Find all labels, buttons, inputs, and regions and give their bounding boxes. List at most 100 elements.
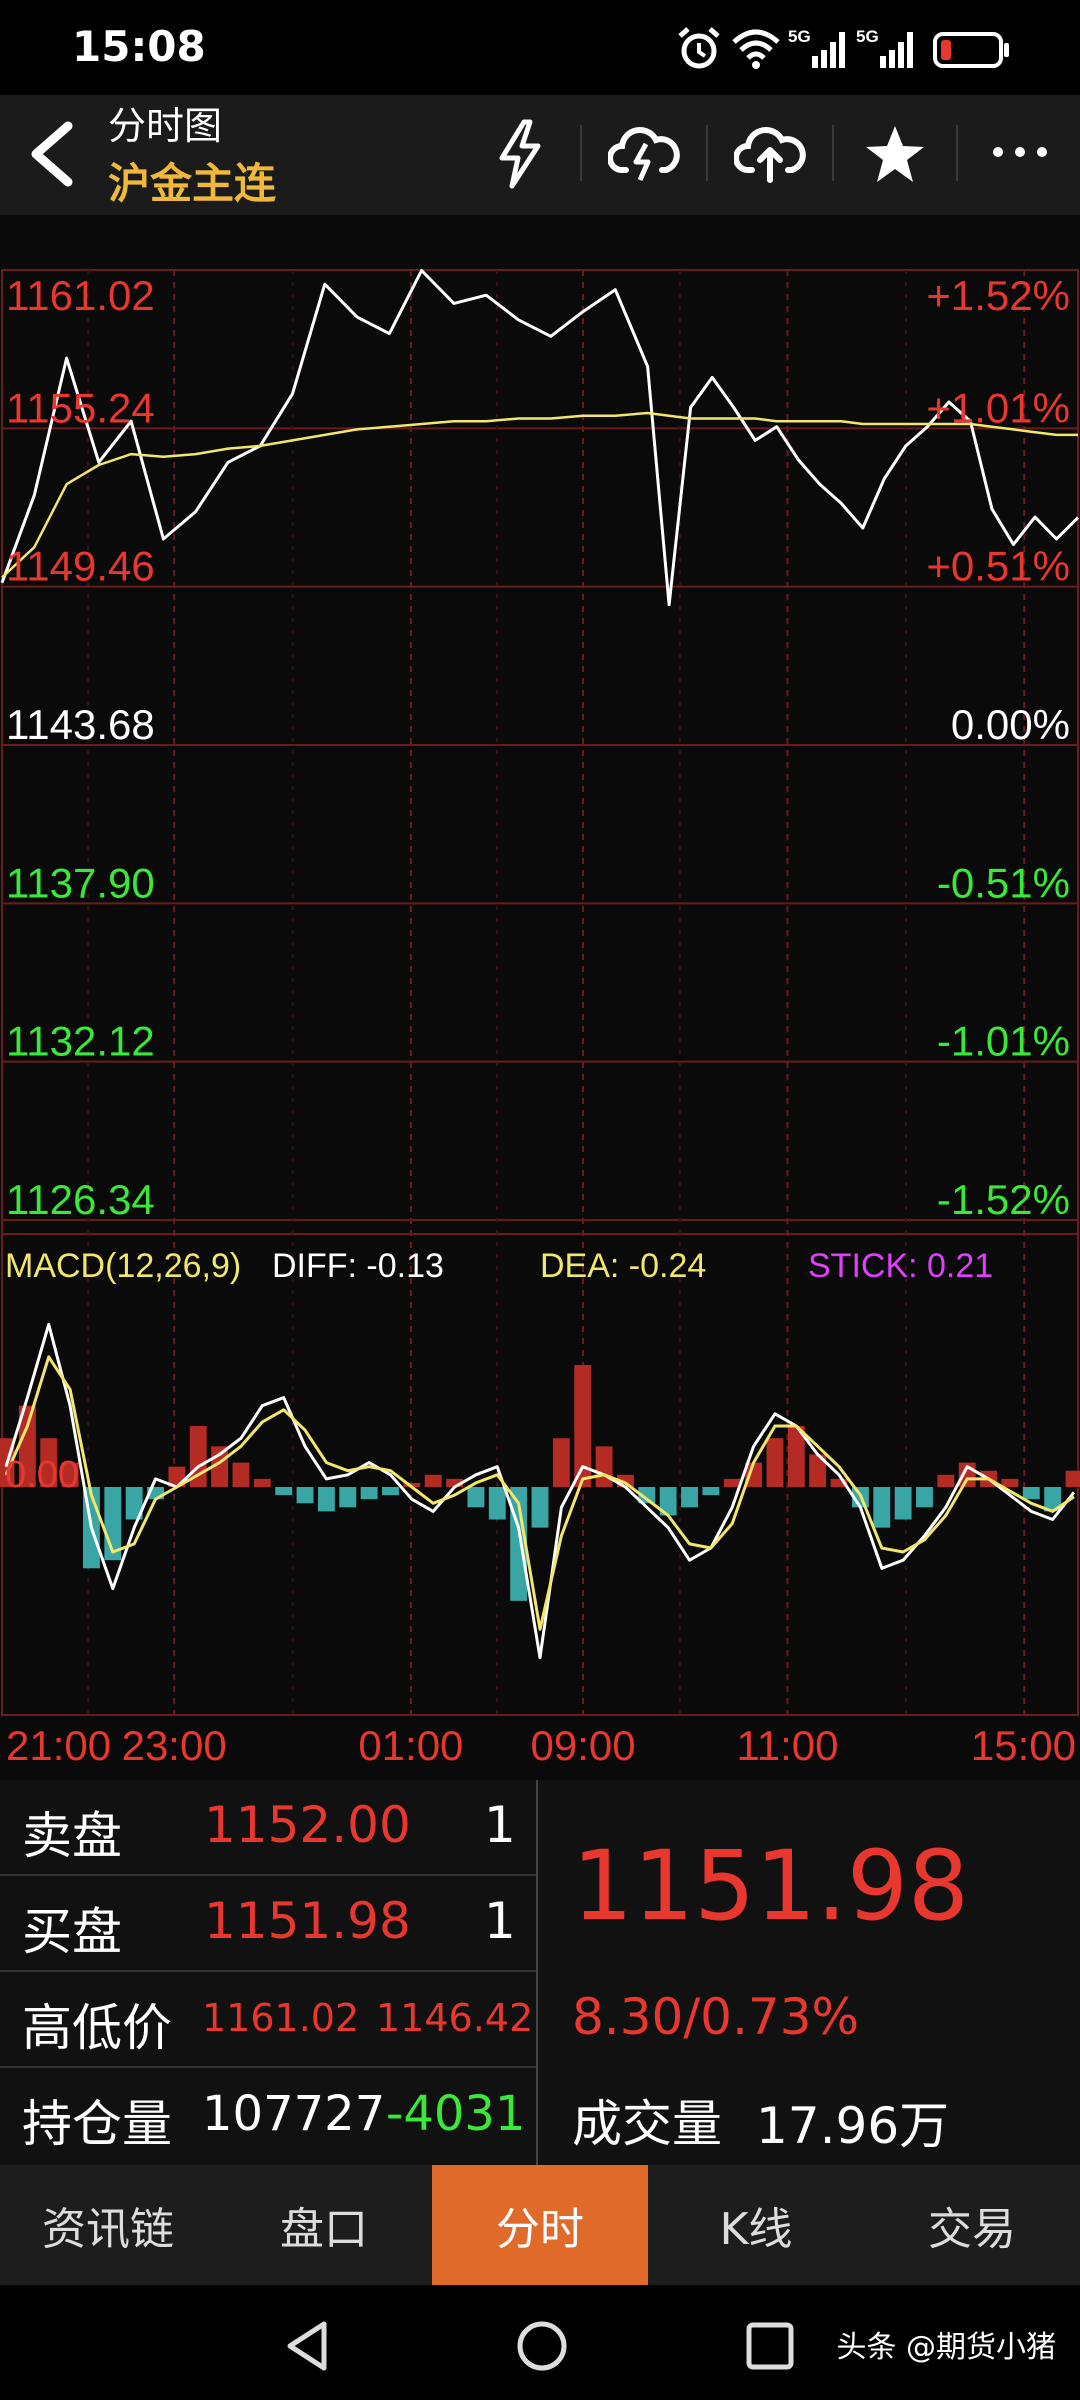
percent-axis-label: +1.01% (926, 384, 1070, 431)
macd-stick-bar (424, 1474, 442, 1487)
macd-stick-bar (339, 1487, 357, 1508)
time-axis-label: 23:00 (122, 1722, 227, 1769)
macd-stick-bar (360, 1487, 378, 1500)
buy-price[interactable]: 1151.98 (204, 1892, 411, 1950)
macd-stick-bar (873, 1487, 891, 1528)
low-price: 1146.42 (376, 1996, 534, 2040)
macd-stick-bar (488, 1487, 506, 1520)
time-axis-label: 11:00 (736, 1722, 838, 1769)
price-axis-label: 1143.68 (6, 701, 155, 748)
price-axis-label: 1132.12 (6, 1018, 155, 1065)
price-line (0, 269, 1080, 607)
cloud-upload-icon[interactable] (734, 122, 806, 186)
macd-stick-bar (595, 1446, 613, 1487)
divider (0, 1874, 536, 1876)
percent-axis-label: +1.52% (926, 272, 1070, 319)
divider (706, 125, 708, 181)
price-axis-label: 1155.24 (6, 384, 155, 431)
percent-axis-label: +0.51% (926, 543, 1070, 590)
sell-label: 卖盘 (22, 1807, 122, 1865)
back-arrow-icon[interactable] (22, 118, 82, 190)
nav-home-icon[interactable] (514, 2318, 570, 2374)
price-axis-label: 1137.90 (6, 859, 155, 906)
percent-axis-label: -1.52% (937, 1176, 1070, 1223)
macd-stick-bar (552, 1438, 570, 1487)
macd-stick-bar (1065, 1470, 1080, 1487)
tab-trade[interactable]: 交易 (864, 2165, 1080, 2285)
macd-stick-bar (275, 1487, 293, 1496)
high-price: 1161.02 (202, 1996, 360, 2040)
macd-zero-label: 0.00 (5, 1454, 79, 1496)
divider (956, 125, 958, 181)
price-axis-label: 1126.34 (6, 1176, 155, 1223)
macd-stick-bar (723, 1478, 741, 1487)
macd-stick-bar (317, 1487, 335, 1512)
5g-signal-icon: 5G (856, 27, 913, 68)
more-icon[interactable] (990, 140, 1050, 164)
time-axis-label: 15:00 (971, 1722, 1076, 1769)
sell-price[interactable]: 1152.00 (204, 1796, 411, 1854)
high-low-label: 高低价 (22, 1999, 172, 2057)
divider (580, 125, 582, 181)
volume-value: 17.96万 (756, 2097, 950, 2155)
svg-text:5G: 5G (788, 27, 811, 46)
intraday-chart[interactable]: 1161.02 1155.24 1149.46 1143.68 1137.90 1132.… (0, 215, 1080, 1780)
5g-signal-icon: 5G (788, 27, 845, 68)
macd-stick-bar (681, 1487, 698, 1508)
price-change: 8.30/0.73% (572, 1988, 860, 2046)
time-axis-label: 09:00 (530, 1722, 635, 1769)
tab-order-book[interactable]: 盘口 (216, 2165, 432, 2285)
open-interest-value: 107727 (202, 2086, 386, 2142)
time-axis-label: 21:00 (6, 1722, 111, 1769)
wifi-icon (732, 29, 780, 69)
svg-text:5G: 5G (856, 27, 879, 46)
price-axis-label: 1161.02 (6, 272, 155, 319)
macd-stick-bar (894, 1487, 912, 1520)
volume-label: 成交量 (572, 2095, 722, 2153)
macd-label: MACD(12,26,9) (5, 1247, 241, 1285)
tab-intraday[interactable]: 分时 (432, 2165, 648, 2285)
macd-stick-bar (1022, 1487, 1040, 1500)
divider (0, 1970, 536, 1972)
macd-stick-bar (467, 1487, 485, 1508)
open-interest-label: 持仓量 (22, 2095, 172, 2153)
macd-dea: DEA: -0.24 (540, 1247, 706, 1285)
price-axis-label: 1149.46 (6, 543, 155, 590)
macd-stick-bar (253, 1478, 271, 1487)
macd-stick-bar (702, 1487, 720, 1496)
percent-axis-label: -1.01% (937, 1018, 1070, 1065)
star-icon[interactable] (862, 122, 928, 186)
page-title: 分时图 (108, 104, 223, 148)
buy-qty: 1 (484, 1892, 516, 1950)
macd-stick-bar (766, 1438, 784, 1487)
percent-axis-label: -0.51% (937, 859, 1070, 906)
nav-recents-icon[interactable] (744, 2320, 796, 2372)
time-axis-label: 01:00 (358, 1722, 463, 1769)
price-lines (0, 269, 1080, 607)
open-interest-change: -4031 (386, 2086, 526, 2142)
nav-back-icon[interactable] (282, 2318, 332, 2374)
divider (0, 2066, 536, 2068)
contract-name: 沪金主连 (108, 159, 277, 208)
buy-label: 买盘 (22, 1903, 122, 1961)
macd-stick-bar (382, 1487, 399, 1496)
percent-axis-label: 0.00% (951, 701, 1070, 748)
macd-diff: DIFF: -0.13 (272, 1247, 444, 1285)
tab-news-chain[interactable]: 资讯链 (0, 2165, 216, 2285)
alarm-icon (678, 27, 720, 69)
macd-stick-bar (531, 1487, 549, 1528)
sell-qty: 1 (484, 1796, 516, 1854)
macd-stick-bar (296, 1487, 314, 1504)
macd-stick-bar (916, 1487, 933, 1508)
cloud-download-icon[interactable] (608, 122, 680, 186)
macd-stick-bar (232, 1462, 250, 1487)
macd-stick: STICK: 0.21 (808, 1247, 993, 1285)
macd-stick-bar (937, 1474, 955, 1487)
macd-stick-bar (1001, 1478, 1019, 1487)
tab-kline[interactable]: K线 (648, 2165, 864, 2285)
divider (536, 1780, 538, 2165)
divider (832, 125, 834, 181)
battery-low-icon (933, 32, 1009, 68)
watermark: 头条 @期货小猪 (836, 2330, 1056, 2365)
flash-icon[interactable] (490, 118, 550, 190)
